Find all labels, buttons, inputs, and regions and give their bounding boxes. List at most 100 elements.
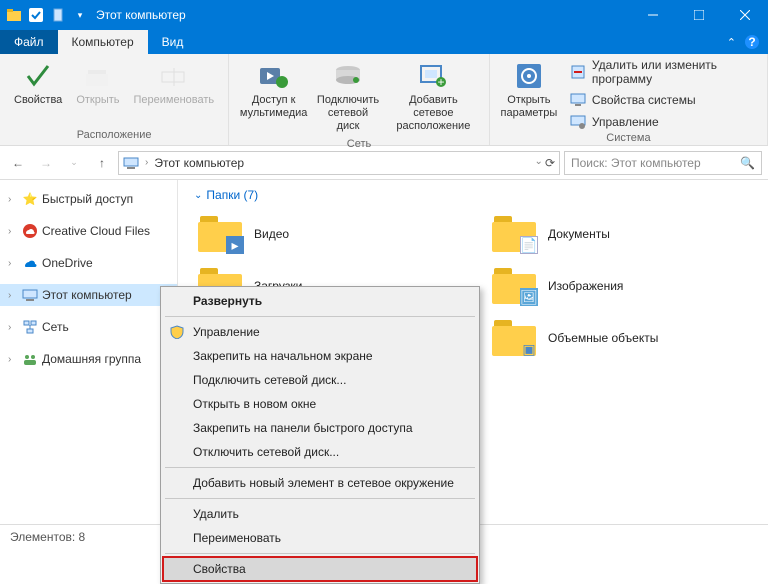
- chevron-right-icon[interactable]: ›: [8, 226, 18, 237]
- menubar: Файл Компьютер Вид ⌃ ?: [0, 30, 768, 54]
- qat-item-icon[interactable]: [50, 7, 66, 23]
- recent-dropdown[interactable]: ⌄: [62, 151, 86, 175]
- settings-icon: [513, 60, 545, 92]
- qat-dropdown-icon[interactable]: ▾: [72, 7, 88, 23]
- ribbon-group-location: Свойства Открыть Переименовать Расположе…: [0, 54, 229, 145]
- up-button[interactable]: ↑: [90, 151, 114, 175]
- cm-add-net-location[interactable]: Добавить новый элемент в сетевое окружен…: [163, 471, 477, 495]
- explorer-icon: [6, 7, 22, 23]
- search-placeholder: Поиск: Этот компьютер: [571, 156, 740, 170]
- close-button[interactable]: [722, 0, 768, 30]
- window-title: Этот компьютер: [96, 8, 186, 22]
- sidebar-item-homegroup[interactable]: › Домашняя группа: [0, 348, 177, 370]
- ribbon-collapse-icon[interactable]: ⌃: [727, 36, 736, 49]
- address-bar[interactable]: › Этот компьютер ⌄ ⟳: [118, 151, 560, 175]
- cm-delete[interactable]: Удалить: [163, 502, 477, 526]
- rename-button: Переименовать: [128, 56, 221, 129]
- cloud-icon: [22, 223, 38, 239]
- cm-disconnect-drive[interactable]: Отключить сетевой диск...: [163, 440, 477, 464]
- star-icon: ⭐: [22, 191, 38, 207]
- network-icon: [22, 319, 38, 335]
- map-drive-button[interactable]: Подключить сетевой диск: [312, 56, 384, 138]
- folder-pictures[interactable]: 🖼 Изображения: [488, 262, 752, 310]
- minimize-button[interactable]: [630, 0, 676, 30]
- cm-pin-quick[interactable]: Закрепить на панели быстрого доступа: [163, 416, 477, 440]
- drive-icon: [332, 60, 364, 92]
- navbar: ← → ⌄ ↑ › Этот компьютер ⌄ ⟳ Поиск: Этот…: [0, 146, 768, 180]
- cm-expand[interactable]: Развернуть: [163, 289, 477, 313]
- sidebar-item-creative-cloud[interactable]: › Creative Cloud Files: [0, 220, 177, 242]
- cm-new-window[interactable]: Открыть в новом окне: [163, 392, 477, 416]
- ribbon-group-system: Открыть параметры Удалить или изменить п…: [490, 54, 768, 145]
- cm-manage[interactable]: Управление: [163, 320, 477, 344]
- uninstall-button[interactable]: Удалить или изменить программу: [566, 56, 759, 88]
- add-location-icon: +: [417, 60, 449, 92]
- shield-icon: [169, 324, 185, 340]
- tab-file[interactable]: Файл: [0, 30, 58, 54]
- sidebar-item-this-pc[interactable]: › Этот компьютер: [0, 284, 177, 306]
- add-location-button[interactable]: + Добавить сетевое расположение: [386, 56, 481, 138]
- maximize-button[interactable]: [676, 0, 722, 30]
- media-access-button[interactable]: Доступ к мультимедиа: [237, 56, 310, 138]
- forward-button: →: [34, 151, 58, 175]
- qat-checkbox-icon[interactable]: [28, 7, 44, 23]
- monitor-icon: [570, 92, 586, 108]
- search-icon[interactable]: 🔍: [740, 156, 755, 170]
- open-button: Открыть: [70, 56, 125, 129]
- folder-video[interactable]: ▸ Видео: [194, 210, 458, 258]
- chevron-right-icon[interactable]: ›: [8, 322, 18, 333]
- sidebar-item-onedrive[interactable]: › OneDrive: [0, 252, 177, 274]
- chevron-down-icon[interactable]: ⌄: [194, 190, 202, 201]
- onedrive-icon: [22, 255, 38, 271]
- sidebar-item-network[interactable]: › Сеть: [0, 316, 177, 338]
- window-controls: [630, 0, 768, 30]
- pc-icon: [123, 155, 139, 171]
- folder-documents[interactable]: 📄 Документы: [488, 210, 752, 258]
- quick-access-toolbar: ▾: [0, 7, 88, 23]
- cm-pin-start[interactable]: Закрепить на начальном экране: [163, 344, 477, 368]
- folder-icon: 🖼: [492, 268, 536, 304]
- homegroup-icon: [22, 351, 38, 367]
- titlebar: ▾ Этот компьютер: [0, 0, 768, 30]
- chevron-right-icon[interactable]: ›: [145, 157, 148, 168]
- refresh-icon[interactable]: ⟳: [545, 156, 555, 170]
- status-element-count: Элементов: 8: [10, 530, 85, 544]
- chevron-right-icon[interactable]: ›: [8, 354, 18, 365]
- pc-icon: [22, 287, 38, 303]
- ribbon: Свойства Открыть Переименовать Расположе…: [0, 54, 768, 146]
- ribbon-group-network: Доступ к мультимедиа Подключить сетевой …: [229, 54, 490, 145]
- cm-properties[interactable]: Свойства: [163, 557, 477, 581]
- back-button[interactable]: ←: [6, 151, 30, 175]
- properties-button[interactable]: Свойства: [8, 56, 68, 129]
- chevron-right-icon[interactable]: ›: [8, 290, 18, 301]
- rename-icon: [158, 60, 190, 92]
- media-icon: [258, 60, 290, 92]
- help-icon[interactable]: ?: [744, 34, 760, 50]
- cm-rename[interactable]: Переименовать: [163, 526, 477, 550]
- open-settings-button[interactable]: Открыть параметры: [498, 56, 560, 132]
- cm-map-drive[interactable]: Подключить сетевой диск...: [163, 368, 477, 392]
- sidebar: › ⭐ Быстрый доступ › Creative Cloud File…: [0, 180, 178, 524]
- folders-section-header[interactable]: ⌄ Папки (7): [194, 188, 752, 202]
- checkmark-icon: [22, 60, 54, 92]
- svg-text:+: +: [438, 75, 445, 89]
- sidebar-item-quick-access[interactable]: › ⭐ Быстрый доступ: [0, 188, 177, 210]
- manage-icon: [570, 114, 586, 130]
- folder-icon: ▣: [492, 320, 536, 356]
- search-box[interactable]: Поиск: Этот компьютер 🔍: [564, 151, 762, 175]
- address-dropdown-icon[interactable]: ⌄: [535, 156, 543, 170]
- folder-icon: 📄: [492, 216, 536, 252]
- context-menu: Развернуть Управление Закрепить на начал…: [160, 286, 480, 584]
- breadcrumb[interactable]: Этот компьютер: [154, 156, 244, 170]
- uninstall-icon: [570, 64, 586, 80]
- chevron-right-icon[interactable]: ›: [8, 194, 18, 205]
- tab-view[interactable]: Вид: [148, 30, 198, 54]
- system-properties-button[interactable]: Свойства системы: [566, 90, 759, 110]
- chevron-right-icon[interactable]: ›: [8, 258, 18, 269]
- tab-computer[interactable]: Компьютер: [58, 30, 148, 54]
- folder-icon: ▸: [198, 216, 242, 252]
- open-icon: [82, 60, 114, 92]
- manage-button[interactable]: Управление: [566, 112, 759, 132]
- svg-text:?: ?: [748, 35, 755, 49]
- folder-3d-objects[interactable]: ▣ Объемные объекты: [488, 314, 752, 362]
